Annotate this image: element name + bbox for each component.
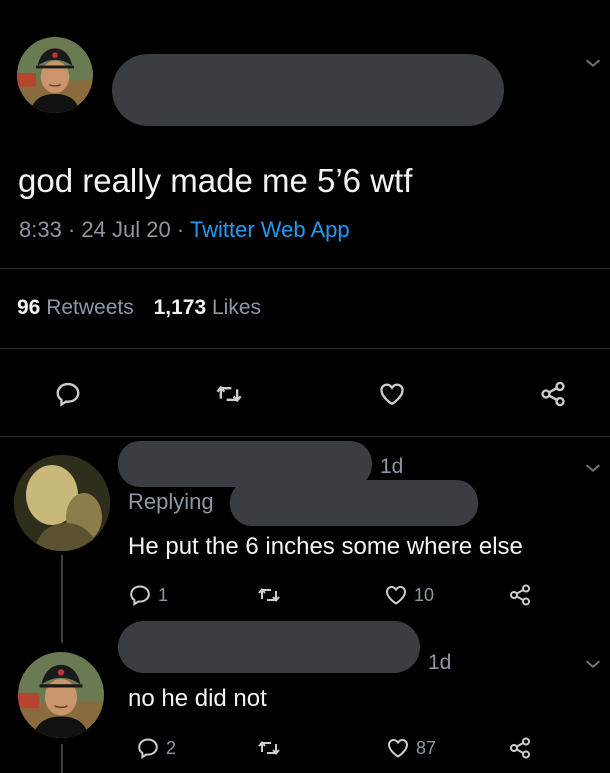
reply-avatar[interactable] — [14, 455, 110, 551]
profile-photo — [18, 652, 104, 738]
reply-age: 1d — [380, 455, 404, 478]
reply-icon[interactable] — [128, 583, 152, 607]
chevron-down-icon[interactable] — [582, 457, 604, 484]
reply-text: He put the 6 inches some where else — [128, 533, 523, 560]
heart-icon[interactable] — [386, 736, 410, 760]
chevron-down-icon[interactable] — [582, 653, 604, 680]
heart-icon[interactable] — [384, 583, 408, 607]
author-name-redaction — [112, 54, 504, 126]
share-icon[interactable] — [508, 583, 532, 607]
likes-label: Likes — [212, 296, 262, 319]
retweet-icon[interactable] — [256, 736, 282, 760]
retweets-count: 96 — [17, 296, 41, 319]
share-icon[interactable] — [539, 380, 567, 408]
reply-author-redaction — [118, 621, 420, 673]
reply-avatar[interactable] — [18, 652, 104, 738]
reply-age: 1d — [428, 651, 452, 674]
thread-line — [61, 744, 63, 773]
profile-photo — [14, 455, 110, 551]
divider — [0, 436, 610, 437]
likes-stat[interactable]: 1,173 Likes — [154, 296, 261, 319]
meta-separator: · — [176, 217, 185, 242]
tweet-meta: 8:33 · 24 Jul 20 · Twitter Web App — [19, 217, 350, 243]
tweet-stats: 96 Retweets 1,173 Likes — [17, 296, 261, 320]
tweet-time: 8:33 — [19, 217, 62, 242]
likes-count: 1,173 — [153, 296, 207, 319]
reply-text: no he did not — [128, 685, 267, 712]
retweets-label: Retweets — [46, 296, 134, 319]
divider — [0, 268, 610, 269]
reply-count: 2 — [166, 738, 177, 758]
tweet-date: 24 Jul 20 — [81, 217, 171, 242]
replying-to-label: Replying — [128, 489, 214, 514]
author-avatar[interactable] — [17, 37, 93, 113]
profile-photo — [17, 37, 93, 113]
reply-count: 1 — [158, 585, 169, 605]
retweets-stat[interactable]: 96 Retweets — [17, 296, 140, 319]
tweet-source-link[interactable]: Twitter Web App — [190, 217, 350, 242]
like-count: 10 — [414, 585, 435, 605]
reply-icon[interactable] — [54, 380, 82, 408]
thread-line — [61, 555, 63, 643]
reply-icon[interactable] — [136, 736, 160, 760]
like-count: 87 — [416, 738, 437, 758]
chevron-down-icon[interactable] — [582, 52, 604, 79]
divider — [0, 348, 610, 349]
retweet-icon[interactable] — [256, 583, 282, 607]
meta-separator: · — [67, 217, 76, 242]
heart-icon[interactable] — [378, 380, 406, 408]
retweet-icon[interactable] — [214, 380, 244, 408]
share-icon[interactable] — [508, 736, 532, 760]
replying-to-redaction — [230, 480, 478, 526]
tweet-text: god really made me 5’6 wtf — [18, 162, 413, 199]
